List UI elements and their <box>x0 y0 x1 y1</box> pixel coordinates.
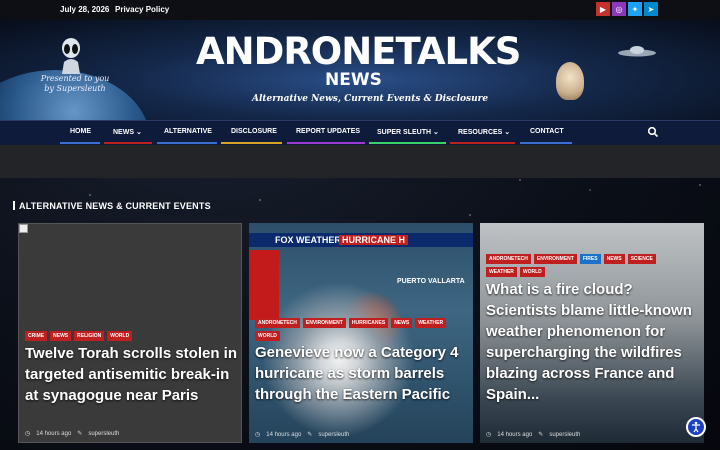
site-tagline: Alternative News, Current Events & Discl… <box>252 94 489 104</box>
nav-item-alternative[interactable]: ALTERNATIVE <box>164 128 212 135</box>
card-title[interactable]: Genevieve now a Category 4 hurricane as … <box>255 342 469 405</box>
tag-environment[interactable]: ENVIRONMENT <box>533 254 577 264</box>
post-author[interactable]: supersleuth <box>318 432 349 438</box>
post-author[interactable]: supersleuth <box>549 432 580 438</box>
nav-item-report-updates[interactable]: REPORT UPDATES <box>296 128 360 135</box>
hurricane-banner: HURRICANE H <box>339 235 408 245</box>
youtube-icon[interactable]: ▶ <box>596 2 610 16</box>
current-date: July 28, 2026 <box>60 5 110 14</box>
tag-andronetech[interactable]: ANDRONETECH <box>486 254 531 264</box>
nav-item-news[interactable]: NEWS ⌄ <box>113 128 142 136</box>
post-time: 14 hours ago <box>266 432 302 438</box>
search-icon[interactable] <box>647 126 659 138</box>
card-title[interactable]: What is a fire cloud? Scientists blame l… <box>486 279 700 405</box>
tag-fires[interactable]: FIRES <box>579 254 601 264</box>
fox-weather-banner: FOX WEATHER HURRICANE H <box>249 233 473 247</box>
section-heading: ALTERNATIVE NEWS & CURRENT EVENTS <box>13 201 211 211</box>
tag-world[interactable]: WORLD <box>255 331 280 341</box>
section-title-text: ALTERNATIVE NEWS & CURRENT EVENTS <box>19 201 211 211</box>
nav-item-resources[interactable]: RESOURCES ⌄ <box>458 128 510 136</box>
tag-science[interactable]: SCIENCE <box>627 254 656 264</box>
news-card[interactable]: ANDRONETECH ENVIRONMENT FIRES NEWS SCIEN… <box>480 223 704 443</box>
tag-news[interactable]: NEWS <box>50 331 72 341</box>
card-meta: ◷ 14 hours ago ✎ supersleuth <box>255 431 355 438</box>
tag-hurricanes[interactable]: HURRICANES <box>348 318 389 328</box>
card-meta: ◷ 14 hours ago ✎ supersleuth <box>486 431 586 438</box>
tag-news[interactable]: NEWS <box>391 318 413 328</box>
tag-religion[interactable]: RELIGION <box>74 331 105 341</box>
edit-icon: ✎ <box>538 432 544 438</box>
nav-underline <box>104 142 152 144</box>
nav-underline <box>221 142 282 144</box>
logo-news-text: NEWS <box>325 70 382 90</box>
nav-underline <box>287 142 365 144</box>
edit-icon: ✎ <box>307 432 313 438</box>
tag-world[interactable]: WORLD <box>519 267 545 277</box>
clock-icon: ◷ <box>255 432 261 438</box>
tag-world[interactable]: WORLD <box>107 331 133 341</box>
tag-andronetech[interactable]: ANDRONETECH <box>255 318 300 328</box>
post-time: 14 hours ago <box>36 431 72 437</box>
logo-text-a: ANDRON <box>196 30 372 73</box>
top-bar: July 28, 2026 Privacy Policy ▶ ◎ ✦ ➤ <box>0 0 720 20</box>
tag-weather[interactable]: WEATHER <box>415 318 447 328</box>
fox-weather-label: FOX WEATHER <box>275 235 341 245</box>
nav-item-disclosure[interactable]: DISCLOSURE <box>231 128 277 135</box>
place-label: PUERTO VALLARTA <box>397 278 465 285</box>
nav-item-super-sleuth[interactable]: SUPER SLEUTH ⌄ <box>377 128 439 136</box>
site-logo[interactable]: ANDRONETALKS <box>196 30 522 73</box>
nav-item-home[interactable]: HOME <box>70 128 91 135</box>
site-header-banner[interactable]: Presented to you by Supersleuth ANDRONET… <box>0 20 720 120</box>
telegram-icon[interactable]: ➤ <box>644 2 658 16</box>
news-card[interactable]: CRIME NEWS RELIGION WORLD Twelve Torah s… <box>18 223 242 443</box>
ufo-icon <box>618 46 656 57</box>
logo-text-et: ET <box>371 30 418 73</box>
clock-icon: ◷ <box>25 431 31 437</box>
card-meta: ◷ 14 hours ago ✎ supersleuth <box>25 430 125 437</box>
post-time: 14 hours ago <box>497 432 533 438</box>
nav-item-contact[interactable]: CONTACT <box>530 128 564 135</box>
broken-image-icon <box>19 224 28 233</box>
presented-by-text: Presented to you by Supersleuth <box>40 74 110 93</box>
privacy-policy-link[interactable]: Privacy Policy <box>115 5 169 14</box>
tag-list: ANDRONETECH ENVIRONMENT FIRES NEWS SCIEN… <box>486 254 686 277</box>
edit-icon: ✎ <box>77 431 83 437</box>
clock-icon: ◷ <box>486 432 492 438</box>
accessibility-icon <box>692 421 700 433</box>
logo-text-b: ALKS <box>416 30 522 73</box>
news-card[interactable]: FOX WEATHER HURRICANE H PUERTO VALLARTA … <box>249 223 473 443</box>
storm-info-panel <box>249 250 279 320</box>
tag-weather[interactable]: WEATHER <box>486 267 517 277</box>
instagram-icon[interactable]: ◎ <box>612 2 626 16</box>
nav-underline <box>450 142 515 144</box>
nav-underline <box>369 142 446 144</box>
portrait-image <box>556 62 584 100</box>
post-author[interactable]: supersleuth <box>88 431 119 437</box>
main-navigation: HOME NEWS ⌄ ALTERNATIVE DISCLOSURE REPOR… <box>0 120 720 146</box>
ad-strip <box>0 145 720 178</box>
tag-news[interactable]: NEWS <box>603 254 625 264</box>
nav-underline <box>157 142 217 144</box>
tag-list: CRIME NEWS RELIGION WORLD <box>25 331 133 341</box>
nav-underline <box>60 142 100 144</box>
tag-environment[interactable]: ENVIRONMENT <box>302 318 346 328</box>
card-title[interactable]: Twelve Torah scrolls stolen in targeted … <box>25 343 239 406</box>
twitter-icon[interactable]: ✦ <box>628 2 642 16</box>
accessibility-button[interactable] <box>686 417 706 437</box>
heading-marker <box>13 201 15 210</box>
nav-underline <box>520 142 572 144</box>
alien-icon <box>62 38 80 74</box>
tag-crime[interactable]: CRIME <box>25 331 48 341</box>
tag-list: ANDRONETECH ENVIRONMENT HURRICANES NEWS … <box>255 318 473 341</box>
